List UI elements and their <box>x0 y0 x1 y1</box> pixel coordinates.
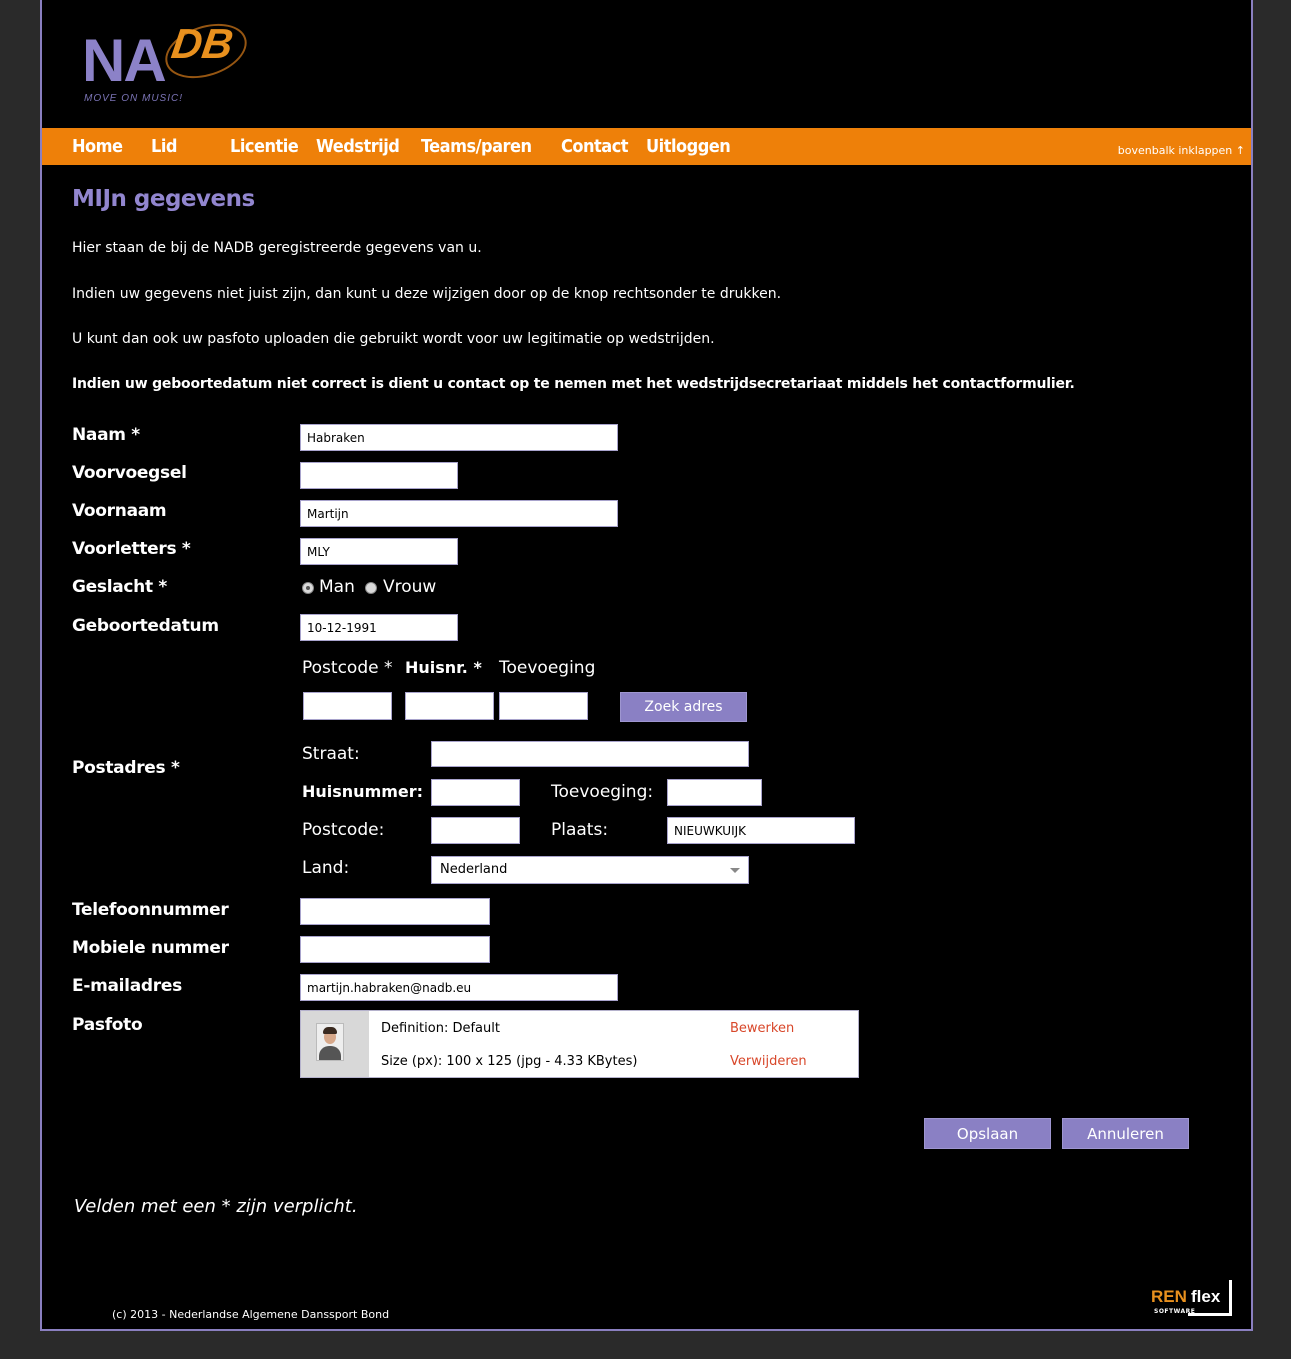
pasfoto-thumbnail[interactable] <box>301 1011 369 1077</box>
lookup-huisnr-label: Huisnr. * <box>405 658 482 677</box>
renflex-logo[interactable]: REN flex SOFTWARE <box>1151 1279 1237 1319</box>
lookup-postcode-label: Postcode * <box>302 658 393 678</box>
required-fields-note: Velden met een * zijn verplicht. <box>74 1196 358 1217</box>
voorvoegsel-input[interactable] <box>300 462 458 489</box>
pasfoto-label: Pasfoto <box>72 1015 143 1035</box>
nav-home[interactable]: Home <box>72 136 123 157</box>
nadb-logo[interactable]: NA DB MOVE ON MUSIC! <box>82 14 254 104</box>
geslacht-vrouw-label[interactable]: Vrouw <box>383 577 436 597</box>
nav-teams-paren[interactable]: Teams/paren <box>421 136 532 157</box>
cancel-button[interactable]: Annuleren <box>1062 1118 1189 1149</box>
land-label: Land: <box>302 858 350 878</box>
nav-licentie[interactable]: Licentie <box>230 136 299 157</box>
straat-input[interactable] <box>431 741 749 767</box>
naam-label: Naam * <box>72 425 140 445</box>
intro-text-1: Hier staan de bij de NADB geregistreerde… <box>72 240 482 256</box>
lookup-toevoeging-input[interactable] <box>499 692 588 720</box>
geslacht-vrouw-radio[interactable] <box>365 582 377 594</box>
page-title: MIJn gegevens <box>72 186 255 212</box>
photo-edit-link[interactable]: Bewerken <box>730 1021 794 1036</box>
land-select-value: Nederland <box>440 862 508 877</box>
nav-wedstrijd[interactable]: Wedstrijd <box>316 136 400 157</box>
logo-na: NA <box>82 27 167 94</box>
land-select[interactable]: Nederland <box>431 856 749 884</box>
collapse-topbar-link[interactable]: bovenbalk inklappen ↑ <box>1118 144 1245 157</box>
logo-db: DB <box>168 20 237 67</box>
lookup-toevoeging-label: Toevoeging <box>499 658 596 678</box>
postcode-input[interactable] <box>431 817 520 844</box>
renflex-flex: flex <box>1191 1287 1221 1306</box>
geboortedatum-label: Geboortedatum <box>72 616 219 636</box>
mobiel-input[interactable] <box>300 936 490 963</box>
telefoon-label: Telefoonnummer <box>72 900 229 920</box>
nav-uitloggen[interactable]: Uitloggen <box>646 136 731 157</box>
lookup-postcode-input[interactable] <box>303 692 392 720</box>
huisnummer-label: Huisnummer: <box>302 782 424 801</box>
postadres-label: Postadres * <box>72 758 180 778</box>
toevoeging-label: Toevoeging: <box>551 782 654 802</box>
portrait-image <box>316 1023 344 1061</box>
chevron-down-icon <box>730 868 740 873</box>
renflex-ren: REN <box>1151 1287 1187 1306</box>
geboortedatum-input[interactable] <box>300 614 458 641</box>
postcode-label: Postcode: <box>302 820 385 840</box>
voornaam-label: Voornaam <box>72 501 167 521</box>
nav-contact[interactable]: Contact <box>561 136 629 157</box>
intro-text-3: U kunt dan ook uw pasfoto uploaden die g… <box>72 331 715 347</box>
naam-input[interactable] <box>300 424 618 451</box>
intro-text-4: Indien uw geboortedatum niet correct is … <box>72 376 1075 392</box>
straat-label: Straat: <box>302 744 360 764</box>
renflex-software: SOFTWARE <box>1154 1308 1196 1315</box>
photo-delete-link[interactable]: Verwijderen <box>730 1054 807 1069</box>
plaats-input[interactable] <box>667 817 855 844</box>
page-frame: NA DB MOVE ON MUSIC! Home Lid Licentie W… <box>40 0 1253 1331</box>
email-input[interactable] <box>300 974 618 1001</box>
mobiel-label: Mobiele nummer <box>72 938 229 958</box>
pasfoto-panel: Definition: Default Size (px): 100 x 125… <box>300 1010 859 1078</box>
voorletters-input[interactable] <box>300 538 458 565</box>
geslacht-man-radio[interactable] <box>302 582 314 594</box>
logo-tagline: MOVE ON MUSIC! <box>84 93 184 104</box>
copyright: (c) 2013 - Nederlandse Algemene Dansspor… <box>112 1308 390 1321</box>
voorletters-label: Voorletters * <box>72 539 191 559</box>
top-nav: Home Lid Licentie Wedstrijd Teams/paren … <box>42 128 1251 165</box>
voorvoegsel-label: Voorvoegsel <box>72 463 187 483</box>
email-label: E-mailadres <box>72 976 182 996</box>
photo-definition: Definition: Default <box>381 1021 500 1036</box>
intro-text-2: Indien uw gegevens niet juist zijn, dan … <box>72 286 782 302</box>
lookup-huisnr-input[interactable] <box>405 692 494 720</box>
voornaam-input[interactable] <box>300 500 618 527</box>
geslacht-man-label[interactable]: Man <box>319 577 355 597</box>
save-button[interactable]: Opslaan <box>924 1118 1051 1149</box>
telefoon-input[interactable] <box>300 898 490 925</box>
huisnummer-input[interactable] <box>431 779 520 806</box>
nav-lid[interactable]: Lid <box>151 136 177 157</box>
geslacht-label: Geslacht * <box>72 577 168 597</box>
zoek-adres-button[interactable]: Zoek adres <box>620 692 747 722</box>
toevoeging-input[interactable] <box>667 779 762 806</box>
photo-size: Size (px): 100 x 125 (jpg - 4.33 KBytes) <box>381 1054 638 1069</box>
plaats-label: Plaats: <box>551 820 609 840</box>
